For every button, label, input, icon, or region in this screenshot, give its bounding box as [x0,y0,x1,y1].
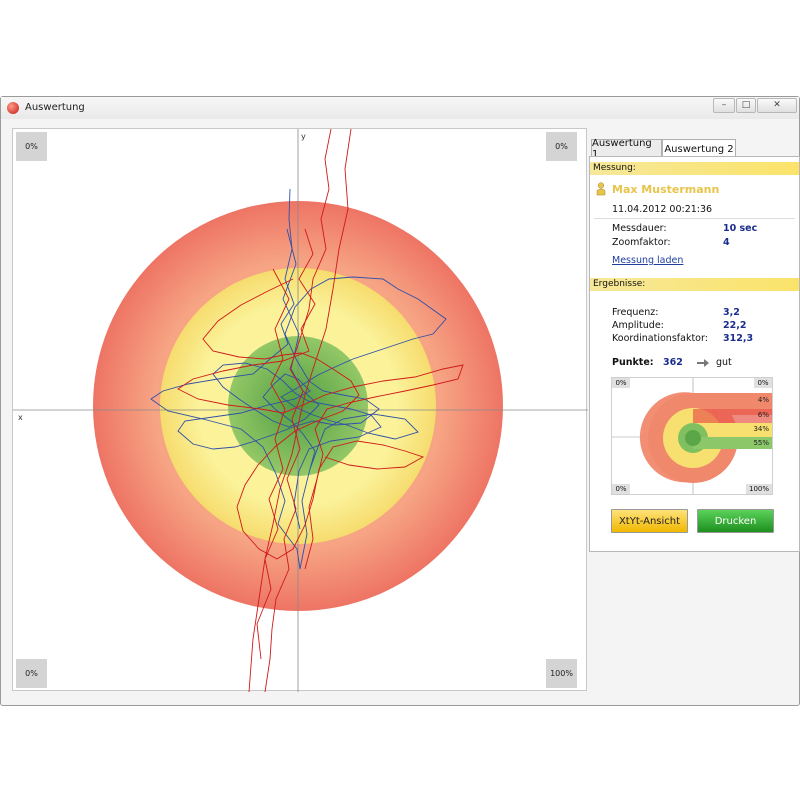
corner-label-top-left: 0% [16,132,47,161]
band-label-2: 6% [757,411,769,419]
person-icon [596,182,606,196]
points-label: Punkte: [612,357,654,368]
mini-corner-bottom-left: 0% [612,484,630,494]
close-button[interactable]: ✕ [757,98,797,113]
window-title: Auswertung [25,102,85,113]
x-axis-label: x [18,413,23,422]
app-icon [7,102,19,114]
zone-distribution-canvas [612,378,772,494]
measurement-datetime: 11.04.2012 00:21:36 [612,204,713,215]
minimize-button[interactable]: – [713,98,735,113]
stabilogram-canvas [13,129,588,692]
mini-corner-bottom-right: 100% [746,484,772,494]
band-label-3: 34% [753,425,769,433]
divider [594,218,795,219]
zoom-value: 4 [723,237,730,248]
corner-label-bottom-left: 0% [16,659,47,688]
rating-text: gut [716,357,732,368]
y-axis-label: y [301,132,306,141]
xtyt-view-button[interactable]: XtYt-Ansicht [611,509,688,533]
frequency-label: Frequenz: [612,307,659,318]
coordination-label: Koordinationsfaktor: [612,333,708,344]
frequency-value: 3,2 [723,307,740,318]
band-label-1: 4% [757,396,769,404]
corner-label-top-right: 0% [546,132,577,161]
zoom-label: Zoomfaktor: [612,237,671,248]
person-name: Max Mustermann [612,183,720,196]
duration-label: Messdauer: [612,223,667,234]
points-value: 362 [663,357,683,368]
zone-distribution-chart: 0% 0% 0% 100% 4% 6% 34% 55% [611,377,773,495]
mini-corner-top-left: 0% [612,378,630,388]
stabilogram-plot: 0% 0% 0% 100% x y [12,128,588,692]
arrow-right-icon [697,359,709,367]
band-label-4: 55% [753,439,769,447]
duration-value: 10 sec [723,223,758,234]
evaluation-window: Auswertung – □ ✕ 0% 0% 0% 100% x y Auswe… [0,96,800,706]
coordination-value: 312,3 [723,333,754,344]
results-header: Ergebnisse: [590,278,799,291]
print-button[interactable]: Drucken [697,509,774,533]
measurement-header: Messung: [590,162,799,175]
amplitude-label: Amplitude: [612,320,664,331]
amplitude-value: 22,2 [723,320,747,331]
maximize-button[interactable]: □ [736,98,756,113]
corner-label-bottom-right: 100% [546,659,577,688]
load-measurement-link[interactable]: Messung laden [612,255,683,266]
title-bar[interactable]: Auswertung – □ ✕ [1,97,799,119]
results-panel: Messung: Max Mustermann 11.04.2012 00:21… [589,156,800,552]
mini-corner-top-right: 0% [754,378,772,388]
